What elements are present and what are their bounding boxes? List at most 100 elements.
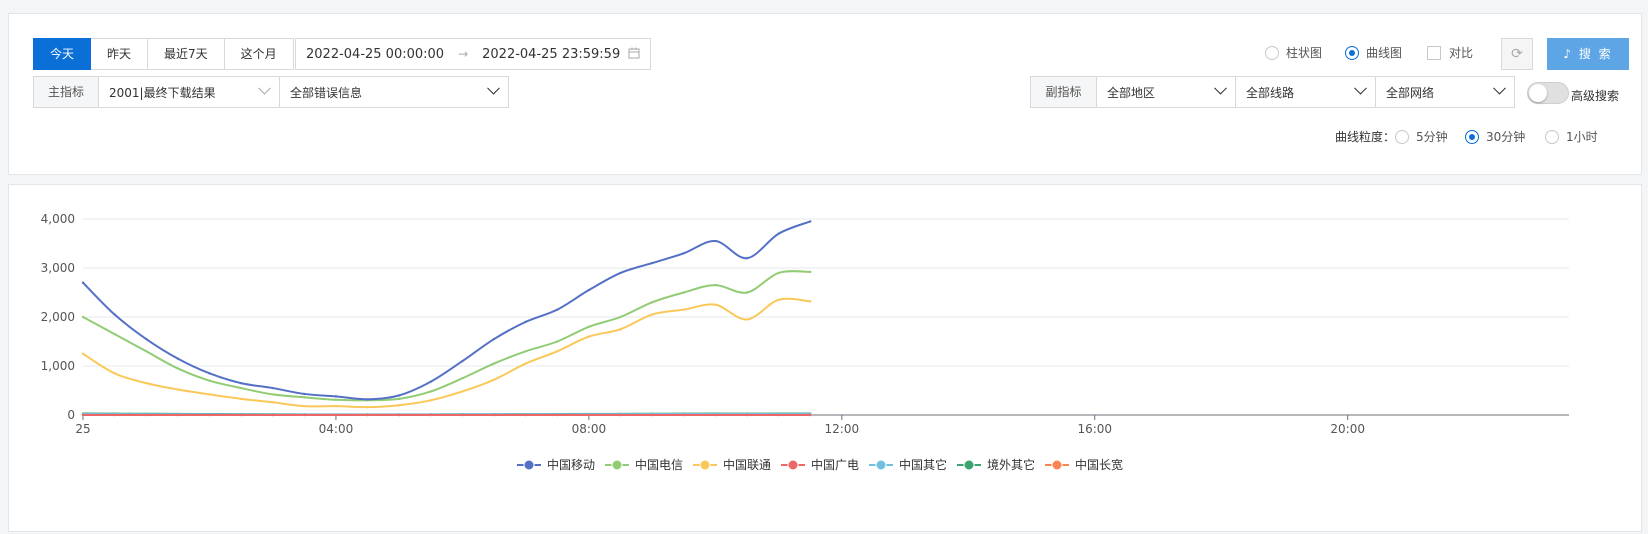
data-point bbox=[239, 381, 243, 385]
data-point bbox=[208, 413, 211, 417]
chart-type-line-label: 曲线图 bbox=[1366, 46, 1403, 60]
date-start[interactable]: 2022-04-25 00:00:00 bbox=[306, 47, 444, 62]
data-point bbox=[176, 357, 180, 360]
data-point bbox=[81, 281, 85, 284]
y-tick-label: 4,000 bbox=[41, 212, 75, 226]
data-point bbox=[145, 413, 148, 417]
date-end[interactable]: 2022-04-25 23:59:59 bbox=[482, 47, 620, 62]
data-point bbox=[777, 298, 780, 302]
data-point bbox=[397, 397, 401, 401]
legend-label: 中国联通 bbox=[723, 457, 771, 472]
main-metric-value: 2001|最终下载结果 bbox=[109, 85, 216, 100]
data-point bbox=[366, 405, 369, 409]
legend-item[interactable]: 中国长宽 bbox=[1045, 457, 1123, 472]
data-point bbox=[556, 308, 559, 311]
date-range-picker[interactable]: 2022-04-25 00:00:00 → 2022-04-25 23:59:5… bbox=[295, 38, 651, 70]
legend-item[interactable]: 中国广电 bbox=[781, 457, 859, 472]
data-point bbox=[271, 393, 274, 396]
data-point bbox=[587, 335, 591, 338]
radio-30min[interactable] bbox=[1465, 129, 1479, 144]
data-point bbox=[650, 313, 654, 316]
granularity-1hour-option[interactable]: 1小时 bbox=[1545, 128, 1598, 145]
data-point bbox=[239, 397, 243, 401]
data-point bbox=[492, 413, 496, 417]
data-point bbox=[334, 395, 338, 398]
series-line-中国联通 bbox=[82, 297, 811, 409]
tab-last-7-days[interactable]: 最近7天 bbox=[148, 38, 225, 70]
y-tick-label: 1,000 bbox=[41, 359, 75, 373]
data-point bbox=[524, 320, 527, 324]
legend-label: 中国电信 bbox=[635, 457, 683, 472]
x-tick-label: 20:00 bbox=[1330, 422, 1365, 436]
error-filter-value: 全部错误信息 bbox=[290, 85, 363, 100]
data-point bbox=[334, 404, 338, 408]
radio-bar[interactable] bbox=[1265, 45, 1279, 60]
granularity-1hour-label: 1小时 bbox=[1566, 130, 1598, 144]
data-point bbox=[650, 301, 654, 304]
data-point bbox=[492, 337, 496, 341]
data-point bbox=[650, 261, 654, 265]
x-tick-label: 08:00 bbox=[572, 422, 607, 436]
radio-5min[interactable] bbox=[1395, 129, 1409, 144]
data-point bbox=[208, 379, 211, 382]
legend-item[interactable]: 境外其它 bbox=[957, 457, 1035, 472]
data-point bbox=[492, 378, 496, 381]
refresh-button[interactable]: ⟳ bbox=[1501, 38, 1533, 70]
y-tick-label: 3,000 bbox=[41, 261, 75, 275]
line-value: 全部线路 bbox=[1246, 85, 1295, 100]
region-select[interactable]: 全部地区 bbox=[1096, 76, 1236, 108]
error-filter-select[interactable]: 全部错误信息 bbox=[279, 76, 509, 108]
x-tick-label: 04:00 bbox=[319, 422, 354, 436]
chevron-down-icon bbox=[487, 81, 500, 95]
data-point bbox=[145, 381, 148, 385]
main-metric-select[interactable]: 2001|最终下载结果 bbox=[98, 76, 280, 108]
data-point bbox=[145, 350, 148, 353]
granularity-30min-option[interactable]: 30分钟 bbox=[1465, 128, 1525, 145]
compare-checkbox[interactable] bbox=[1427, 45, 1441, 60]
calendar-icon[interactable] bbox=[628, 47, 640, 62]
legend-item[interactable]: 中国电信 bbox=[605, 457, 683, 472]
search-button[interactable]: ♪ 搜 索 bbox=[1547, 38, 1629, 70]
granularity-5min-option[interactable]: 5分钟 bbox=[1395, 128, 1448, 145]
data-point bbox=[619, 328, 622, 331]
data-point bbox=[397, 394, 401, 397]
data-point bbox=[176, 413, 180, 417]
legend-marker bbox=[523, 459, 535, 471]
data-point bbox=[429, 399, 432, 402]
legend-marker bbox=[1051, 459, 1063, 471]
data-point bbox=[81, 352, 85, 355]
chart-type-bar-option[interactable]: 柱状图 bbox=[1265, 44, 1322, 61]
line-select[interactable]: 全部线路 bbox=[1235, 76, 1376, 108]
tab-this-month[interactable]: 这个月 bbox=[224, 38, 294, 70]
data-point bbox=[145, 337, 148, 341]
chart-type-line-option[interactable]: 曲线图 bbox=[1345, 44, 1402, 61]
tab-yesterday[interactable]: 昨天 bbox=[91, 38, 149, 70]
data-point bbox=[334, 413, 338, 417]
data-point bbox=[682, 291, 685, 294]
data-point bbox=[303, 413, 306, 417]
data-point bbox=[271, 413, 274, 417]
time-range-tabs: 今天 昨天 最近7天 这个月 bbox=[33, 38, 294, 70]
legend-item[interactable]: 中国移动 bbox=[517, 457, 595, 472]
legend-marker bbox=[611, 459, 623, 471]
data-point bbox=[461, 359, 464, 363]
filter-panel: 今天 昨天 最近7天 这个月 2022-04-25 00:00:00 → 202… bbox=[8, 13, 1642, 175]
compare-option[interactable]: 对比 bbox=[1427, 44, 1473, 61]
data-point bbox=[113, 372, 116, 375]
radio-1hour[interactable] bbox=[1545, 129, 1559, 144]
network-select[interactable]: 全部网络 bbox=[1375, 76, 1515, 108]
data-point bbox=[176, 367, 180, 370]
tab-today[interactable]: 今天 bbox=[33, 38, 92, 70]
legend-item[interactable]: 中国其它 bbox=[869, 457, 947, 472]
x-tick-label: 25 bbox=[75, 422, 90, 436]
data-point bbox=[81, 315, 85, 319]
radio-line[interactable] bbox=[1345, 45, 1359, 60]
data-point bbox=[429, 390, 432, 393]
data-point bbox=[556, 340, 559, 343]
legend-item[interactable]: 中国联通 bbox=[693, 457, 771, 472]
legend-label: 中国其它 bbox=[899, 457, 947, 472]
legend-marker bbox=[875, 459, 887, 471]
advanced-search-toggle[interactable] bbox=[1527, 82, 1569, 104]
data-point bbox=[619, 271, 622, 275]
data-point bbox=[745, 257, 749, 260]
